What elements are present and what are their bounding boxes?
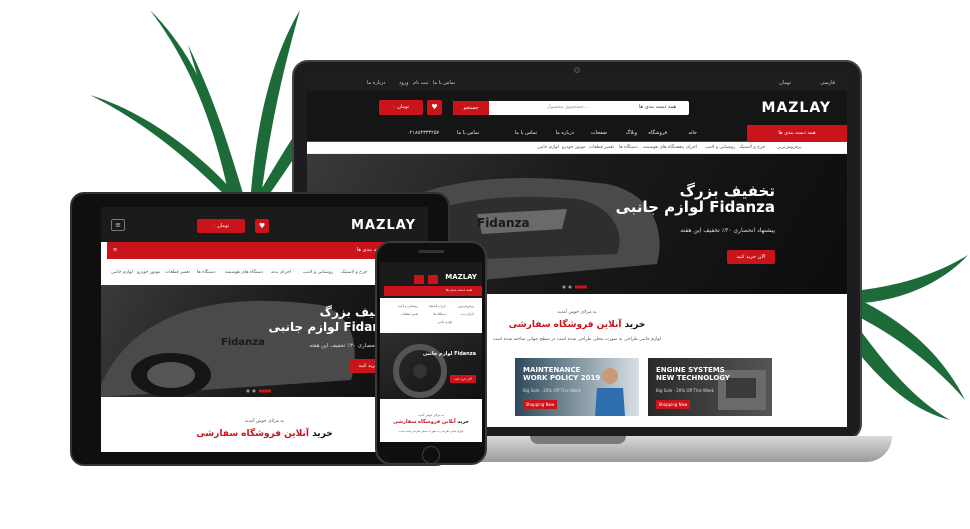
nav-item-home[interactable]: خانه <box>688 130 697 136</box>
svg-text:Fidanza: Fidanza <box>477 216 530 230</box>
heart-icon[interactable]: ♥ <box>427 100 442 115</box>
steering-wheel-image <box>393 344 447 398</box>
top-link-contact[interactable]: تماس با ما <box>433 80 455 86</box>
site-logo[interactable]: MAZLAY <box>445 273 477 281</box>
nav-item-contact[interactable]: تماس با ما <box>515 130 537 136</box>
currency-selector[interactable]: تومان <box>779 80 791 86</box>
slider-dots[interactable] <box>562 285 592 289</box>
nav-item-pages[interactable]: صفحات <box>591 130 607 136</box>
sub-nav-item[interactable]: لوازم جانبی <box>537 145 559 150</box>
phone-home-button <box>422 446 440 464</box>
tablet-header: MAZLAY ۰ تومان ♥ ≡ <box>101 207 428 242</box>
welcome-section: به مزلای خوش آمدید خرید آنلاین فروشگاه س… <box>380 399 482 442</box>
sub-nav-item[interactable]: اجزای بدنه <box>677 145 697 150</box>
sub-nav-item[interactable]: روشنایی و لامپ <box>303 270 333 275</box>
shopping-now-button[interactable]: Shopping Now <box>656 400 690 409</box>
phone-label: تماس با ما <box>457 130 480 136</box>
card-subtitle: Big Sale - 20% Off This Week <box>656 388 714 393</box>
nav-item-blog[interactable]: وبلاگ <box>626 130 637 136</box>
top-link-register[interactable]: ثبت نام <box>413 80 428 86</box>
sub-nav-item[interactable]: چرخ و لاستیک <box>341 270 367 275</box>
phone-number: ۰۲۱۸۸۴۳۳۴۲۵۷ <box>407 130 440 136</box>
banner-title: لوازم جانبی Fidanza <box>422 351 476 357</box>
search-input[interactable]: جستجوی محصول... <box>547 104 589 110</box>
all-categories-bar[interactable]: همه دسته بندی ها <box>384 286 482 296</box>
top-link-login[interactable]: ورود <box>399 80 408 86</box>
card-title: ENGINE SYSTEMS NEW TECHNOLOGY <box>656 366 730 382</box>
sub-nav-item[interactable]: دستگاه ها <box>197 270 216 275</box>
phone-speaker <box>418 250 444 253</box>
cart-button[interactable]: ۰ تومان <box>197 219 245 233</box>
header: MAZLAY جستجو جستجوی محصول... همه دسته بن… <box>307 91 847 125</box>
sub-nav-item[interactable]: دستگاه ها <box>434 312 446 316</box>
promo-card-engine[interactable]: ENGINE SYSTEMS NEW TECHNOLOGY Big Sale -… <box>648 358 772 416</box>
hamburger-menu-icon[interactable]: ≡ <box>111 219 125 231</box>
slider-dots[interactable] <box>246 389 276 393</box>
heart-icon[interactable]: ♥ <box>255 219 269 233</box>
banner-subtitle: پیشنهاد انحصاری ۳۰٪ تخفیف این هفته <box>680 227 775 234</box>
sub-nav-item[interactable]: چرخ و لاستیک <box>428 304 446 308</box>
search-category-select[interactable]: همه دسته بندی ها <box>639 104 676 110</box>
sub-nav: لوازم جانبی موتور خودرو تعمیر قطعات دستگ… <box>307 142 847 154</box>
sub-nav-item[interactable]: لوازم جانبی <box>437 320 452 324</box>
card-subtitle: Big Sale - 20% Off This Week <box>523 388 581 393</box>
laptop-camera <box>574 67 580 73</box>
search-button[interactable]: جستجو <box>453 101 489 115</box>
sub-nav-item[interactable]: دستگاه های هوشمند <box>643 145 681 150</box>
welcome-title: خرید آنلاین فروشگاه سفارشی <box>393 419 469 425</box>
welcome-small: به مزلای خوش آمدید <box>417 413 445 417</box>
nav-item-shop[interactable]: فروشگاه <box>648 130 667 136</box>
sub-nav-item[interactable]: پرفروش‌ترین <box>458 304 474 308</box>
nav-item-about[interactable]: درباره ما <box>556 130 574 136</box>
hero-banner: لوازم جانبی Fidanza الان خرید کنید <box>380 333 482 399</box>
svg-text:Fidanza: Fidanza <box>221 337 265 348</box>
language-selector[interactable]: فارسی <box>820 80 835 86</box>
site-logo[interactable]: MAZLAY <box>762 100 831 116</box>
phone-screen: MAZLAY همه دسته بندی ها پرفروش‌ترین چرخ … <box>380 262 482 442</box>
sub-nav-item[interactable]: اجزای بدنه <box>461 312 474 316</box>
laptop-notch <box>530 436 626 444</box>
sub-nav-item[interactable]: پرفروش‌ترین <box>777 145 801 150</box>
promo-card-maintenance[interactable]: MAINTENANCE WORK POLICY 2019 Big Sale - … <box>515 358 639 416</box>
sub-nav-item[interactable]: تعمیر قطعات <box>589 145 614 150</box>
categories-label: همه دسته بندی ها <box>445 288 472 292</box>
sub-nav-item[interactable]: روشنایی و لامپ <box>398 304 418 308</box>
shopping-now-button[interactable]: Shopping Now <box>523 400 557 409</box>
sub-nav-item[interactable]: موتور خودرو <box>562 145 585 150</box>
welcome-description: لوازم جانبی طراحی به صورت محلی طراحی شده… <box>398 429 464 433</box>
banner-title-2: لوازم جانبی Fidanza <box>615 198 775 216</box>
banner-shop-button[interactable]: الان خرید کنید <box>450 375 476 383</box>
cart-icon[interactable] <box>414 275 424 284</box>
main-nav: همه دسته بندی ها خانه فروشگاه وبلاگ صفحا… <box>307 125 847 141</box>
sub-nav-item[interactable]: تعمیر قطعات <box>165 270 190 275</box>
sub-nav-item[interactable]: دستگاه ها <box>619 145 638 150</box>
sub-nav-item[interactable]: چرخ و لاستیک <box>739 145 765 150</box>
menu-icon: ≡ <box>113 247 118 253</box>
top-link-about[interactable]: درباره ما <box>367 80 385 86</box>
all-categories-button[interactable]: همه دسته بندی ها <box>747 125 847 141</box>
banner-shop-button[interactable]: الان خرید کنید <box>727 250 775 264</box>
sub-nav-item[interactable]: اجزای بدنه <box>271 270 291 275</box>
sub-nav-item[interactable]: لوازم جانبی <box>111 270 133 275</box>
top-bar: فارسی تومان درباره ما ورود ثبت نام تماس … <box>307 77 847 91</box>
heart-icon[interactable] <box>428 275 438 284</box>
sub-nav-item[interactable]: تعمیر قطعات <box>401 312 418 316</box>
site-logo[interactable]: MAZLAY <box>351 218 416 233</box>
sub-nav-item[interactable]: دستگاه های هوشمند <box>225 270 263 275</box>
card-title: MAINTENANCE WORK POLICY 2019 <box>523 366 601 382</box>
cart-button[interactable]: ۰ تومان <box>379 100 423 115</box>
sub-nav-item[interactable]: روشنایی و لامپ <box>705 145 735 150</box>
sub-nav-item[interactable]: موتور خودرو <box>137 270 160 275</box>
